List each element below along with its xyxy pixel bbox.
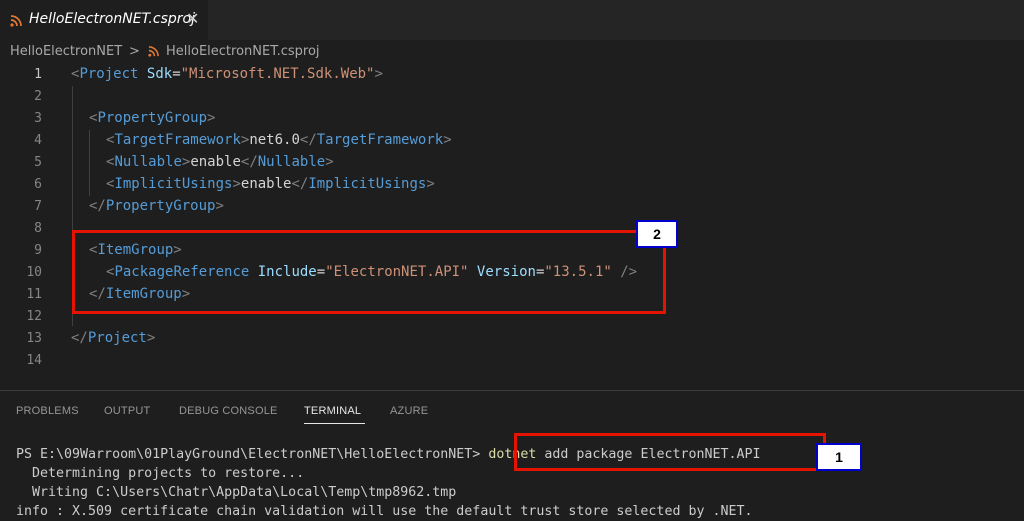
line-number: 11 <box>26 287 42 302</box>
code-line-4: <TargetFramework>net6.0</TargetFramework… <box>106 132 452 148</box>
terminal-prompt: PS E:\09Warroom\01PlayGround\ElectronNET… <box>16 447 489 462</box>
callout-badge-2: 2 <box>636 220 678 248</box>
line-number: 5 <box>34 155 42 170</box>
close-icon[interactable]: ✕ <box>186 9 199 28</box>
line-number: 3 <box>34 111 42 126</box>
terminal-output-line: info : X.509 certificate chain validatio… <box>16 504 753 519</box>
rss-icon <box>10 12 22 31</box>
line-number: 13 <box>26 331 42 346</box>
line-number: 12 <box>26 309 42 324</box>
tab-output[interactable]: OUTPUT <box>104 405 150 417</box>
line-number: 14 <box>26 353 42 368</box>
tab-terminal[interactable]: TERMINAL <box>304 405 361 417</box>
tab-problems[interactable]: PROBLEMS <box>16 405 79 417</box>
breadcrumb-separator: > <box>129 44 140 59</box>
code-line-6: <ImplicitUsings>enable</ImplicitUsings> <box>106 176 435 192</box>
rss-icon <box>148 46 159 61</box>
code-line-3: <PropertyGroup> <box>89 110 216 126</box>
tab-bar: HelloElectronNET.csproj ✕ <box>0 0 1024 40</box>
breadcrumb-folder[interactable]: HelloElectronNET <box>10 44 122 59</box>
highlight-box-itemgroup <box>72 230 666 314</box>
tab-title: HelloElectronNET.csproj <box>29 11 195 27</box>
line-number: 6 <box>34 177 42 192</box>
breadcrumb-file[interactable]: HelloElectronNET.csproj <box>166 44 320 59</box>
breadcrumb: HelloElectronNET > HelloElectronNET.cspr… <box>0 40 1024 64</box>
line-number: 4 <box>34 133 42 148</box>
code-line-1: <Project Sdk="Microsoft.NET.Sdk.Web"> <box>71 66 383 82</box>
bottom-panel: PROBLEMS OUTPUT DEBUG CONSOLE TERMINAL A… <box>0 390 1024 521</box>
code-line-5: <Nullable>enable</Nullable> <box>106 154 334 170</box>
line-number: 7 <box>34 199 42 214</box>
terminal-output-line: Writing C:\Users\Chatr\AppData\Local\Tem… <box>16 485 457 500</box>
line-number: 8 <box>34 221 42 236</box>
editor-tab[interactable]: HelloElectronNET.csproj ✕ <box>0 0 208 40</box>
active-tab-indicator <box>304 423 365 424</box>
line-number: 10 <box>26 265 42 280</box>
tab-azure[interactable]: AZURE <box>390 405 428 417</box>
code-editor[interactable]: 1 2 3 4 5 6 7 8 9 10 11 12 13 14 <Projec… <box>0 64 1024 390</box>
code-line-13: </Project> <box>71 330 156 346</box>
code-line-7: </PropertyGroup> <box>89 198 224 214</box>
line-number: 9 <box>34 243 42 258</box>
line-number: 1 <box>34 67 42 82</box>
highlight-box-command <box>514 433 826 471</box>
callout-badge-1: 1 <box>816 443 862 471</box>
tab-debug-console[interactable]: DEBUG CONSOLE <box>179 405 278 417</box>
terminal-output-line: Determining projects to restore... <box>16 466 305 481</box>
line-number: 2 <box>34 89 42 104</box>
indent-guide <box>89 130 90 196</box>
